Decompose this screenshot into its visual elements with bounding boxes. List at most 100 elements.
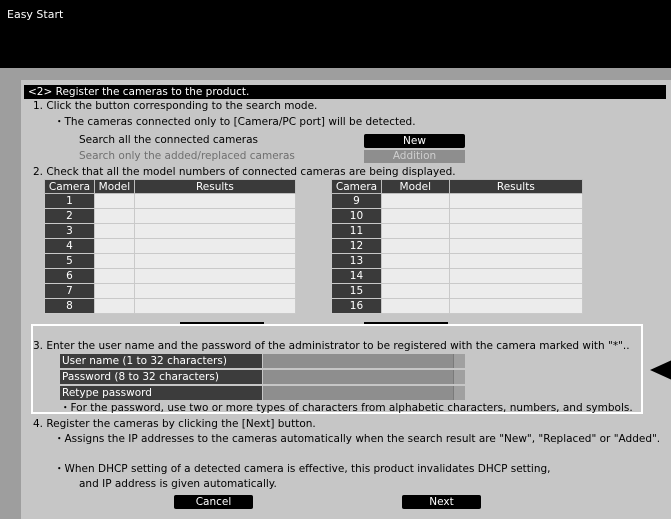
table-header-row: Camera Model Results — [44, 179, 297, 194]
result-cell — [133, 238, 297, 254]
table-row: 3 — [44, 223, 297, 239]
table-row: 9 — [331, 193, 584, 209]
result-cell — [448, 208, 584, 224]
table-row: 16 — [331, 298, 584, 314]
step3-instruction: 3. Enter the user name and the password … — [33, 340, 630, 352]
column-results: Results — [133, 179, 297, 194]
model-cell — [380, 268, 450, 284]
camera-number: 1 — [44, 193, 95, 209]
result-cell — [133, 208, 297, 224]
result-cell — [133, 283, 297, 299]
table-row: 4 — [44, 238, 297, 254]
step4-note-dhcp-cont: and IP address is given automatically. — [79, 478, 277, 490]
result-cell — [448, 283, 584, 299]
user-name-label: User name (1 to 32 characters) — [60, 354, 262, 368]
step-header: <2> Register the cameras to the product. — [24, 85, 666, 99]
table-row: 2 — [44, 208, 297, 224]
step1-instruction: 1. Click the button corresponding to the… — [33, 100, 318, 112]
model-cell — [380, 238, 450, 254]
model-cell — [93, 268, 135, 284]
model-cell — [380, 283, 450, 299]
step4-instruction: 4. Register the cameras by clicking the … — [33, 418, 316, 430]
credentials-panel — [31, 324, 643, 414]
result-cell — [448, 193, 584, 209]
column-model: Model — [380, 179, 450, 194]
step1-note: ・The cameras connected only to [Camera/P… — [54, 116, 416, 128]
camera-number: 9 — [331, 193, 382, 209]
table-row: 14 — [331, 268, 584, 284]
camera-number: 15 — [331, 283, 382, 299]
result-cell — [448, 238, 584, 254]
table-row: 15 — [331, 283, 584, 299]
camera-number: 14 — [331, 268, 382, 284]
retype-scroll-knob — [453, 386, 465, 400]
model-cell — [93, 253, 135, 269]
model-cell — [380, 208, 450, 224]
model-cell — [93, 283, 135, 299]
camera-number: 11 — [331, 223, 382, 239]
table-row: 13 — [331, 253, 584, 269]
camera-number: 12 — [331, 238, 382, 254]
retype-password-label: Retype password — [60, 386, 262, 400]
title-bar: Easy Start — [0, 0, 671, 68]
table-row: 6 — [44, 268, 297, 284]
camera-number: 7 — [44, 283, 95, 299]
table-row: 12 — [331, 238, 584, 254]
camera-number: 3 — [44, 223, 95, 239]
table-row: 1 — [44, 193, 297, 209]
camera-number: 13 — [331, 253, 382, 269]
top-shade — [0, 68, 671, 80]
password-input[interactable] — [263, 370, 465, 384]
new-button[interactable]: New — [364, 134, 465, 148]
result-cell — [448, 268, 584, 284]
user-name-input[interactable] — [263, 354, 465, 368]
table-row: 10 — [331, 208, 584, 224]
camera-number: 16 — [331, 298, 382, 314]
model-cell — [93, 193, 135, 209]
result-cell — [133, 268, 297, 284]
camera-table-left: Camera Model Results 1 2 3 4 5 6 7 8 — [44, 179, 297, 314]
window-title: Easy Start — [7, 8, 64, 21]
retype-password-input[interactable] — [263, 386, 465, 400]
addition-button[interactable]: Addition — [364, 150, 465, 163]
result-cell — [133, 253, 297, 269]
model-cell — [380, 298, 450, 314]
camera-number: 6 — [44, 268, 95, 284]
result-cell — [448, 298, 584, 314]
password-label: Password (8 to 32 characters) — [60, 370, 262, 384]
model-cell — [93, 223, 135, 239]
table-row: 11 — [331, 223, 584, 239]
result-cell — [133, 223, 297, 239]
left-shade — [0, 68, 21, 519]
step2-instruction: 2. Check that all the model numbers of c… — [33, 166, 456, 178]
result-cell — [133, 193, 297, 209]
camera-number: 8 — [44, 298, 95, 314]
result-cell — [448, 223, 584, 239]
table-row: 7 — [44, 283, 297, 299]
column-model: Model — [93, 179, 135, 194]
model-cell — [93, 208, 135, 224]
table-row: 8 — [44, 298, 297, 314]
step4-note-ip: ・Assigns the IP addresses to the cameras… — [54, 433, 661, 445]
next-button[interactable]: Next — [402, 495, 481, 509]
result-cell — [448, 253, 584, 269]
column-camera: Camera — [331, 179, 382, 194]
camera-table-right: Camera Model Results 9 10 11 12 13 14 15… — [331, 179, 584, 314]
table-header-row: Camera Model Results — [331, 179, 584, 194]
model-cell — [93, 298, 135, 314]
camera-number: 4 — [44, 238, 95, 254]
result-cell — [133, 298, 297, 314]
callout-arrow-icon — [650, 360, 671, 380]
model-cell — [380, 223, 450, 239]
camera-number: 10 — [331, 208, 382, 224]
step4-note-dhcp: ・When DHCP setting of a detected camera … — [54, 463, 551, 475]
cancel-button[interactable]: Cancel — [174, 495, 253, 509]
search-only-label: Search only the added/replaced cameras — [79, 150, 295, 162]
password-scroll-knob — [453, 370, 465, 384]
model-cell — [380, 193, 450, 209]
column-camera: Camera — [44, 179, 95, 194]
camera-number: 5 — [44, 253, 95, 269]
password-note: ・For the password, use two or more types… — [60, 402, 633, 414]
search-all-label: Search all the connected cameras — [79, 134, 259, 146]
table-row: 5 — [44, 253, 297, 269]
